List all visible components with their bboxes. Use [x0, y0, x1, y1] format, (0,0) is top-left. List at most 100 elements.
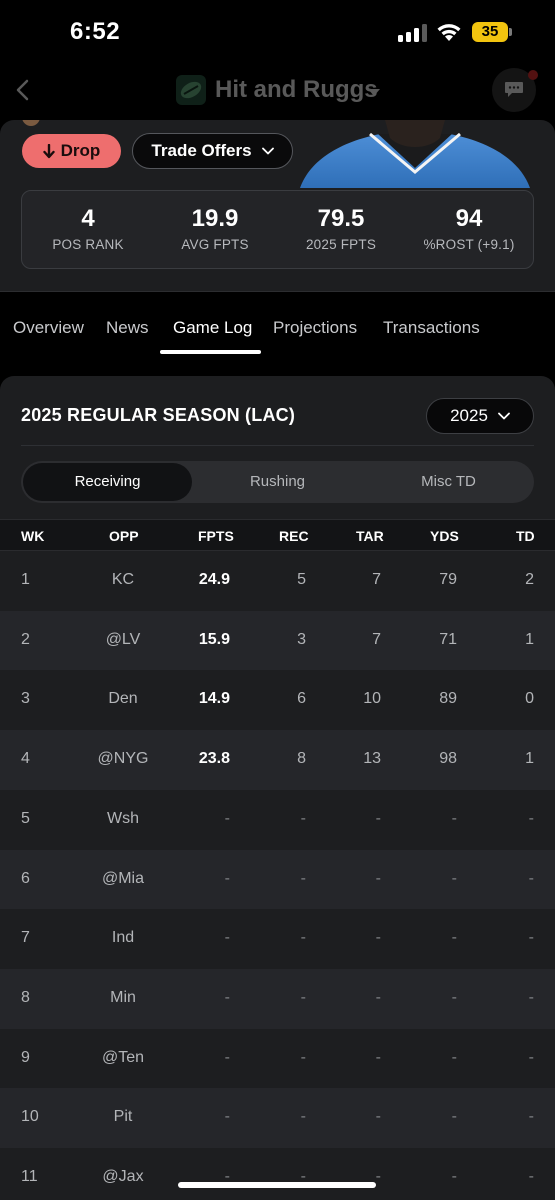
cell-td: -: [528, 929, 534, 946]
game-log-screen: 6:52 35 Hit and Ruggs Drop Trade Offers …: [0, 0, 555, 1200]
cell-fpts: 15.9: [198, 631, 230, 648]
cell-week: 11: [21, 1168, 38, 1185]
segment-misc-td[interactable]: Misc TD: [363, 461, 534, 503]
cell-opponent: @Jax: [102, 1168, 144, 1185]
stat-label: AVG FPTS: [181, 237, 249, 252]
table-row[interactable]: 5 Wsh - - - - -: [0, 790, 555, 850]
column-header-rec[interactable]: REC: [279, 528, 309, 544]
stat-avg-fpts: 19.9 AVG FPTS: [151, 205, 279, 252]
cell-rec: -: [300, 929, 306, 946]
stat-value: 79.5: [317, 205, 365, 232]
column-header-opp[interactable]: OPP: [109, 528, 139, 544]
player-stats-box: 4 POS RANK 19.9 AVG FPTS 79.5 2025 FPTS …: [21, 190, 534, 269]
stat-rostered: 94 %ROST (+9.1): [405, 205, 533, 252]
stat-value: 19.9: [191, 205, 239, 232]
table-row[interactable]: 6 @Mia - - - - -: [0, 850, 555, 910]
tab-news[interactable]: News: [106, 318, 149, 338]
cell-rec: -: [300, 810, 306, 827]
cell-tar: 10: [363, 690, 381, 707]
cell-opponent: Den: [108, 690, 138, 707]
stat-label: POS RANK: [52, 237, 124, 252]
table-row[interactable]: 9 @Ten - - - - -: [0, 1029, 555, 1089]
cell-td: -: [528, 1108, 534, 1125]
cell-td: 2: [525, 571, 534, 588]
cell-week: 2: [21, 631, 30, 648]
cell-fpts: -: [224, 1049, 230, 1066]
tab-transactions[interactable]: Transactions: [383, 318, 480, 338]
cell-yds: 98: [439, 750, 457, 767]
cell-fpts: -: [224, 810, 230, 827]
cell-week: 5: [21, 810, 30, 827]
segment-rushing[interactable]: Rushing: [192, 461, 363, 503]
table-row[interactable]: 4 @NYG 23.8 8 13 98 1: [0, 730, 555, 790]
cell-fpts: 24.9: [198, 571, 230, 588]
year-select[interactable]: 2025: [426, 398, 534, 434]
table-row[interactable]: 1 KC 24.9 5 7 79 2: [0, 551, 555, 611]
drop-button[interactable]: Drop: [22, 134, 121, 168]
cell-rec: -: [300, 870, 306, 887]
cell-opponent: @LV: [105, 631, 141, 648]
table-row[interactable]: 2 @LV 15.9 3 7 71 1: [0, 611, 555, 671]
segment-receiving[interactable]: Receiving: [23, 463, 192, 501]
cell-yds: 79: [439, 571, 457, 588]
cell-rec: 6: [297, 690, 306, 707]
column-header-td[interactable]: TD: [516, 528, 535, 544]
stat-value: 4: [81, 205, 95, 232]
drop-arrow-icon: [42, 143, 55, 158]
tab-projections[interactable]: Projections: [273, 318, 357, 338]
battery-level: 35: [472, 22, 508, 42]
player-photo: [300, 120, 530, 188]
cell-td: -: [528, 989, 534, 1006]
cell-week: 7: [21, 929, 30, 946]
cell-tar: -: [375, 1108, 381, 1125]
column-header-tar[interactable]: TAR: [356, 528, 384, 544]
cell-rec: -: [300, 989, 306, 1006]
cell-week: 8: [21, 989, 30, 1006]
team-logo-icon: [176, 75, 206, 105]
chat-button[interactable]: [492, 68, 538, 112]
cell-td: 1: [525, 750, 534, 767]
cell-opponent: Wsh: [107, 810, 139, 827]
team-name[interactable]: Hit and Ruggs: [215, 76, 378, 104]
game-log-section: 2025 REGULAR SEASON (LAC) 2025 Receiving…: [0, 376, 555, 1200]
cell-yds: -: [451, 929, 457, 946]
tab-game-log[interactable]: Game Log: [173, 318, 252, 338]
season-title: 2025 REGULAR SEASON (LAC): [21, 405, 296, 425]
cell-yds: -: [451, 1108, 457, 1125]
cell-week: 6: [21, 870, 30, 887]
cell-fpts: -: [224, 929, 230, 946]
table-row[interactable]: 8 Min - - - - -: [0, 969, 555, 1029]
table-row[interactable]: 10 Pit - - - - -: [0, 1088, 555, 1148]
stat-pos-rank: 4 POS RANK: [24, 205, 152, 252]
table-row[interactable]: 7 Ind - - - - -: [0, 909, 555, 969]
cell-td: -: [528, 870, 534, 887]
stat-value: 94: [455, 205, 483, 232]
cell-week: 3: [21, 690, 30, 707]
cell-td: -: [528, 1168, 534, 1185]
cell-yds: 71: [439, 631, 457, 648]
cell-opponent: Pit: [113, 1108, 133, 1125]
cell-td: 1: [525, 631, 534, 648]
trade-offers-button[interactable]: Trade Offers: [132, 133, 293, 169]
cell-rec: -: [300, 1108, 306, 1125]
back-arrow-icon[interactable]: [12, 78, 34, 102]
table-row[interactable]: 11 @Jax - - - - -: [0, 1148, 555, 1200]
column-header-fpts[interactable]: FPTS: [198, 528, 234, 544]
column-header-wk[interactable]: WK: [21, 528, 44, 544]
cell-fpts: 14.9: [198, 690, 230, 707]
cell-opponent: @Mia: [101, 870, 145, 887]
status-time: 6:52: [70, 18, 121, 45]
table-row[interactable]: 3 Den 14.9 6 10 89 0: [0, 670, 555, 730]
cell-opponent: KC: [111, 571, 135, 588]
cell-tar: -: [375, 989, 381, 1006]
cell-fpts: -: [224, 870, 230, 887]
cell-tar: -: [375, 929, 381, 946]
team-switch-caret-icon[interactable]: [368, 89, 380, 96]
tab-overview[interactable]: Overview: [13, 318, 84, 338]
cell-tar: -: [375, 870, 381, 887]
section-divider: [21, 445, 534, 446]
cell-opponent: @Ten: [101, 1049, 145, 1066]
cell-fpts: -: [224, 1108, 230, 1125]
column-header-yds[interactable]: YDS: [430, 528, 459, 544]
player-card: Drop Trade Offers 4 POS RANK 19.9 AVG FP…: [0, 120, 555, 292]
